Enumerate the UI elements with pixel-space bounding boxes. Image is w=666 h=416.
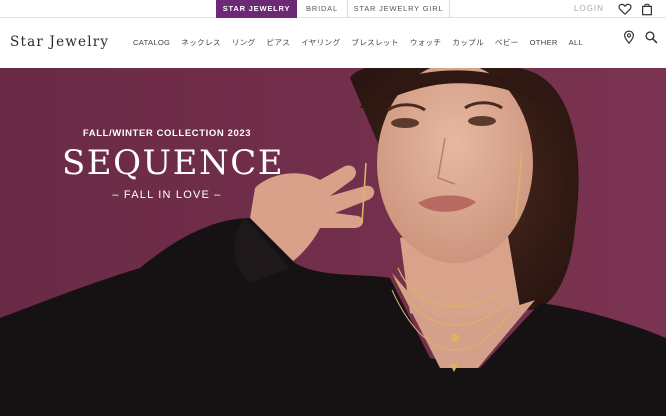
hero-text-block: FALL/WINTER COLLECTION 2023 SEQUENCE – F…: [62, 128, 285, 201]
hero-banner[interactable]: FALL/WINTER COLLECTION 2023 SEQUENCE – F…: [0, 68, 666, 416]
login-link[interactable]: LOGIN: [574, 0, 604, 18]
nav-couple[interactable]: カップル: [452, 38, 484, 48]
brand-tab-star-jewelry[interactable]: STAR JEWELRY: [216, 0, 297, 18]
brand-tab-star-jewelry-girl[interactable]: STAR JEWELRY GIRL: [348, 0, 450, 18]
nav-baby[interactable]: ベビー: [495, 38, 519, 48]
nav-necklace[interactable]: ネックレス: [181, 38, 220, 48]
nav-watch[interactable]: ウォッチ: [410, 38, 442, 48]
nav-other[interactable]: OTHER: [530, 38, 558, 48]
nav-earrings[interactable]: イヤリング: [301, 38, 340, 48]
brand-switcher-bar: STAR JEWELRY BRIDAL STAR JEWELRY GIRL LO…: [0, 0, 666, 18]
hero-headline: SEQUENCE: [62, 143, 285, 183]
nav-all[interactable]: ALL: [569, 38, 583, 48]
brand-tab-bridal[interactable]: BRIDAL: [297, 0, 348, 18]
nav-pierced-earrings[interactable]: ピアス: [266, 38, 290, 48]
search-icon[interactable]: [644, 30, 658, 44]
hero-tagline: – FALL IN LOVE –: [112, 189, 222, 201]
nav-bracelet[interactable]: ブレスレット: [351, 38, 398, 48]
location-pin-icon[interactable]: [622, 30, 636, 44]
heart-icon[interactable]: [618, 2, 632, 16]
hero-kicker: FALL/WINTER COLLECTION 2023: [82, 128, 252, 139]
main-header: Star Jewelry CATALOG ネックレス リング ピアス イヤリング…: [0, 18, 666, 68]
nav-catalog[interactable]: CATALOG: [133, 38, 170, 48]
shopping-bag-icon[interactable]: [640, 2, 654, 16]
nav-ring[interactable]: リング: [232, 38, 256, 48]
hero-model-photo: [0, 68, 666, 416]
site-logo[interactable]: Star Jewelry: [10, 34, 109, 50]
main-nav: CATALOG ネックレス リング ピアス イヤリング ブレスレット ウォッチ …: [133, 38, 594, 48]
